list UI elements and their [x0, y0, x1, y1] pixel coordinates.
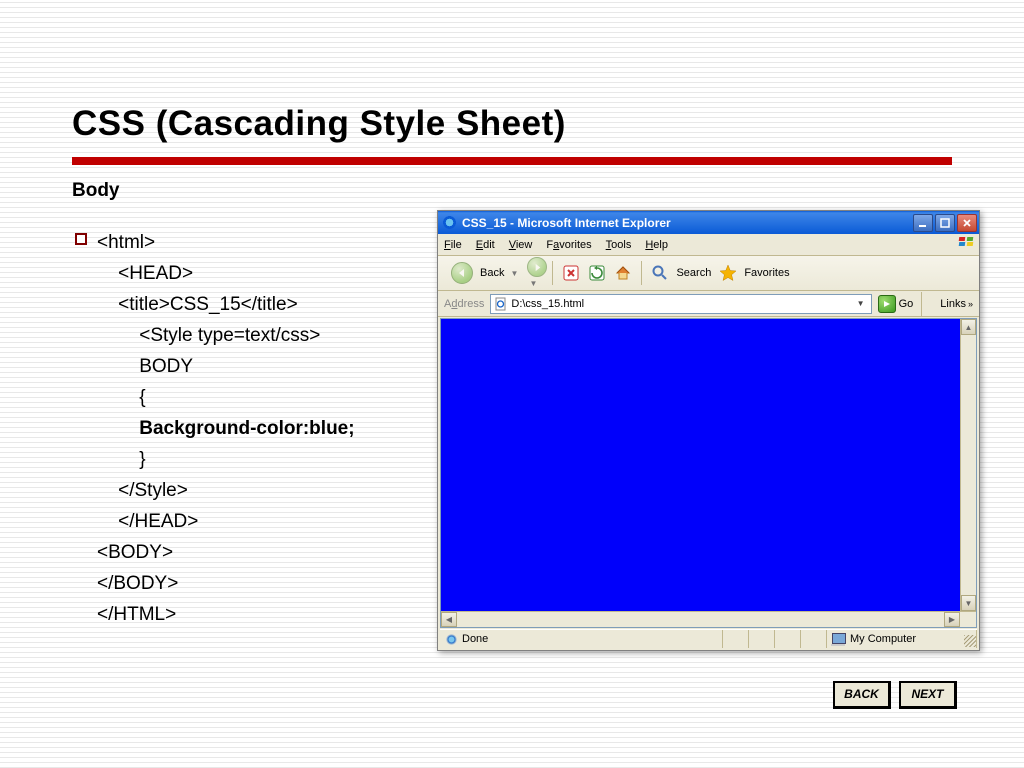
scroll-right-icon[interactable]: ▶ — [944, 612, 960, 627]
statusbar: Done My Computer — [440, 629, 977, 648]
separator — [921, 292, 922, 316]
chevron-down-icon: ▼ — [510, 269, 518, 278]
menu-edit[interactable]: Edit — [476, 239, 495, 251]
separator — [552, 261, 553, 285]
code-line: <html> — [97, 232, 155, 253]
scroll-down-icon[interactable]: ▼ — [961, 595, 976, 611]
next-nav-button[interactable]: NEXT — [899, 681, 957, 709]
code-line: </BODY> — [97, 573, 178, 594]
vertical-scrollbar[interactable]: ▲ ▼ — [960, 319, 976, 611]
code-line: BODY — [97, 356, 193, 377]
code-line: <title>CSS_15</title> — [97, 294, 298, 315]
go-arrow-icon — [878, 295, 896, 313]
status-main: Done — [440, 630, 723, 648]
resize-grip-icon[interactable] — [964, 635, 976, 647]
ie-icon — [442, 215, 457, 230]
go-label: Go — [899, 298, 914, 310]
status-text: Done — [462, 633, 488, 645]
home-icon[interactable] — [613, 263, 633, 283]
chevron-down-icon: ▼ — [529, 279, 537, 288]
status-cell — [749, 630, 775, 648]
forward-arrow-icon — [527, 257, 547, 277]
maximize-button[interactable] — [935, 214, 955, 232]
refresh-icon[interactable] — [587, 263, 607, 283]
scroll-corner — [960, 612, 976, 627]
titlebar: CSS_15 - Microsoft Internet Explorer — [438, 211, 979, 234]
ie-window: CSS_15 - Microsoft Internet Explorer Fil… — [437, 210, 980, 651]
page-content: ▲ ▼ ◀ ▶ — [440, 318, 977, 628]
subheading: Body — [72, 180, 120, 202]
menu-help[interactable]: Help — [645, 239, 668, 251]
title-underline — [72, 157, 952, 165]
links-button[interactable]: Links » — [940, 298, 973, 310]
chevron-right-icon: » — [968, 299, 973, 309]
security-zone: My Computer — [827, 630, 977, 648]
address-label: Address — [444, 298, 484, 310]
scroll-up-icon[interactable]: ▲ — [961, 319, 976, 335]
code-line-bold: Background-color:blue; — [97, 418, 355, 439]
code-line: } — [97, 449, 146, 470]
code-line: <BODY> — [97, 542, 173, 563]
address-path: D:\css_15.html — [511, 298, 853, 310]
code-line: <Style type=text/css> — [97, 325, 320, 346]
bullet-icon — [75, 233, 87, 245]
code-line: { — [97, 387, 146, 408]
search-icon — [650, 263, 670, 283]
search-button[interactable]: Search — [676, 267, 711, 279]
toolbar: Back ▼ ▼ Search Favorites — [438, 256, 979, 291]
code-line: </HTML> — [97, 604, 176, 625]
slide-title: CSS (Cascading Style Sheet) — [72, 104, 566, 144]
favorites-star-icon — [718, 263, 738, 283]
code-block: <html> <HEAD> <title>CSS_15</title> <Sty… — [97, 227, 355, 630]
address-bar: Address D:\css_15.html ▼ Go Links » — [438, 291, 979, 317]
computer-icon — [832, 633, 846, 645]
back-button[interactable]: Back ▼ — [444, 260, 525, 286]
menubar: File Edit View Favorites Tools Help — [438, 234, 979, 256]
scroll-left-icon[interactable]: ◀ — [441, 612, 457, 627]
html-file-icon — [494, 297, 508, 311]
menu-tools[interactable]: Tools — [606, 239, 632, 251]
back-nav-button[interactable]: BACK — [833, 681, 891, 709]
status-cell — [775, 630, 801, 648]
stop-icon[interactable] — [561, 263, 581, 283]
back-label: Back — [480, 267, 504, 279]
back-arrow-icon — [451, 262, 473, 284]
code-line: </HEAD> — [97, 511, 198, 532]
horizontal-scrollbar[interactable]: ◀ ▶ — [441, 611, 976, 627]
separator — [641, 261, 642, 285]
chevron-down-icon[interactable]: ▼ — [854, 299, 868, 308]
forward-button[interactable]: ▼ — [527, 257, 547, 289]
windows-logo-icon — [957, 236, 975, 250]
address-input[interactable]: D:\css_15.html ▼ — [490, 294, 871, 314]
status-cell — [723, 630, 749, 648]
code-line: </Style> — [97, 480, 188, 501]
go-button[interactable]: Go — [878, 295, 914, 313]
menu-file[interactable]: File — [444, 239, 462, 251]
zone-label: My Computer — [850, 633, 916, 645]
menu-favorites[interactable]: Favorites — [546, 239, 591, 251]
code-line: <HEAD> — [97, 263, 193, 284]
favorites-button[interactable]: Favorites — [744, 267, 789, 279]
ie-small-icon — [445, 633, 458, 646]
close-button[interactable] — [957, 214, 977, 232]
links-label: Links — [940, 298, 966, 310]
menu-view[interactable]: View — [509, 239, 533, 251]
minimize-button[interactable] — [913, 214, 933, 232]
status-cell — [801, 630, 827, 648]
window-title: CSS_15 - Microsoft Internet Explorer — [462, 216, 671, 230]
